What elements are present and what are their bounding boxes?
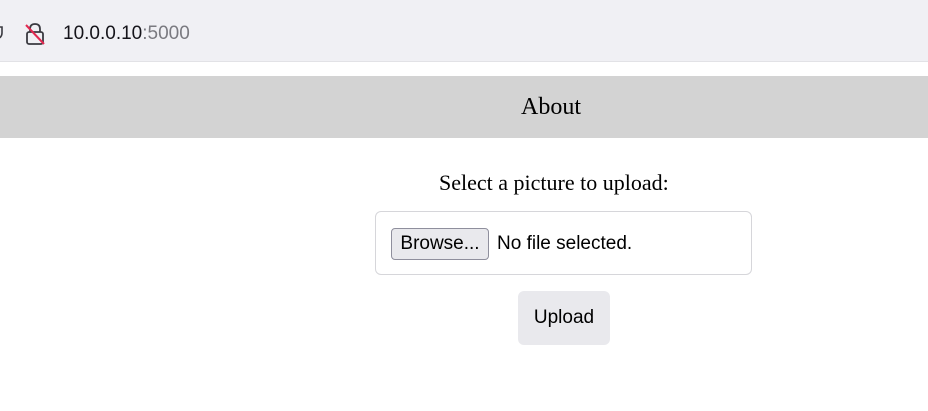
nav-link-about[interactable]: About [521,92,581,122]
upload-button[interactable]: Upload [518,291,610,345]
browse-button[interactable]: Browse... [391,228,489,260]
url-text[interactable]: 10.0.0.10:5000 [63,22,190,46]
url-bar[interactable]: 10.0.0.10:5000 [0,6,928,62]
file-input[interactable]: Browse... No file selected. [375,211,752,275]
shield-icon[interactable] [0,26,4,40]
upload-prompt: Select a picture to upload: [439,170,669,195]
nav-bar: About [0,76,928,138]
insecure-lock-icon[interactable] [24,22,46,46]
url-host: 10.0.0.10 [63,23,143,44]
url-port: :5000 [142,23,190,44]
file-status: No file selected. [497,233,633,254]
